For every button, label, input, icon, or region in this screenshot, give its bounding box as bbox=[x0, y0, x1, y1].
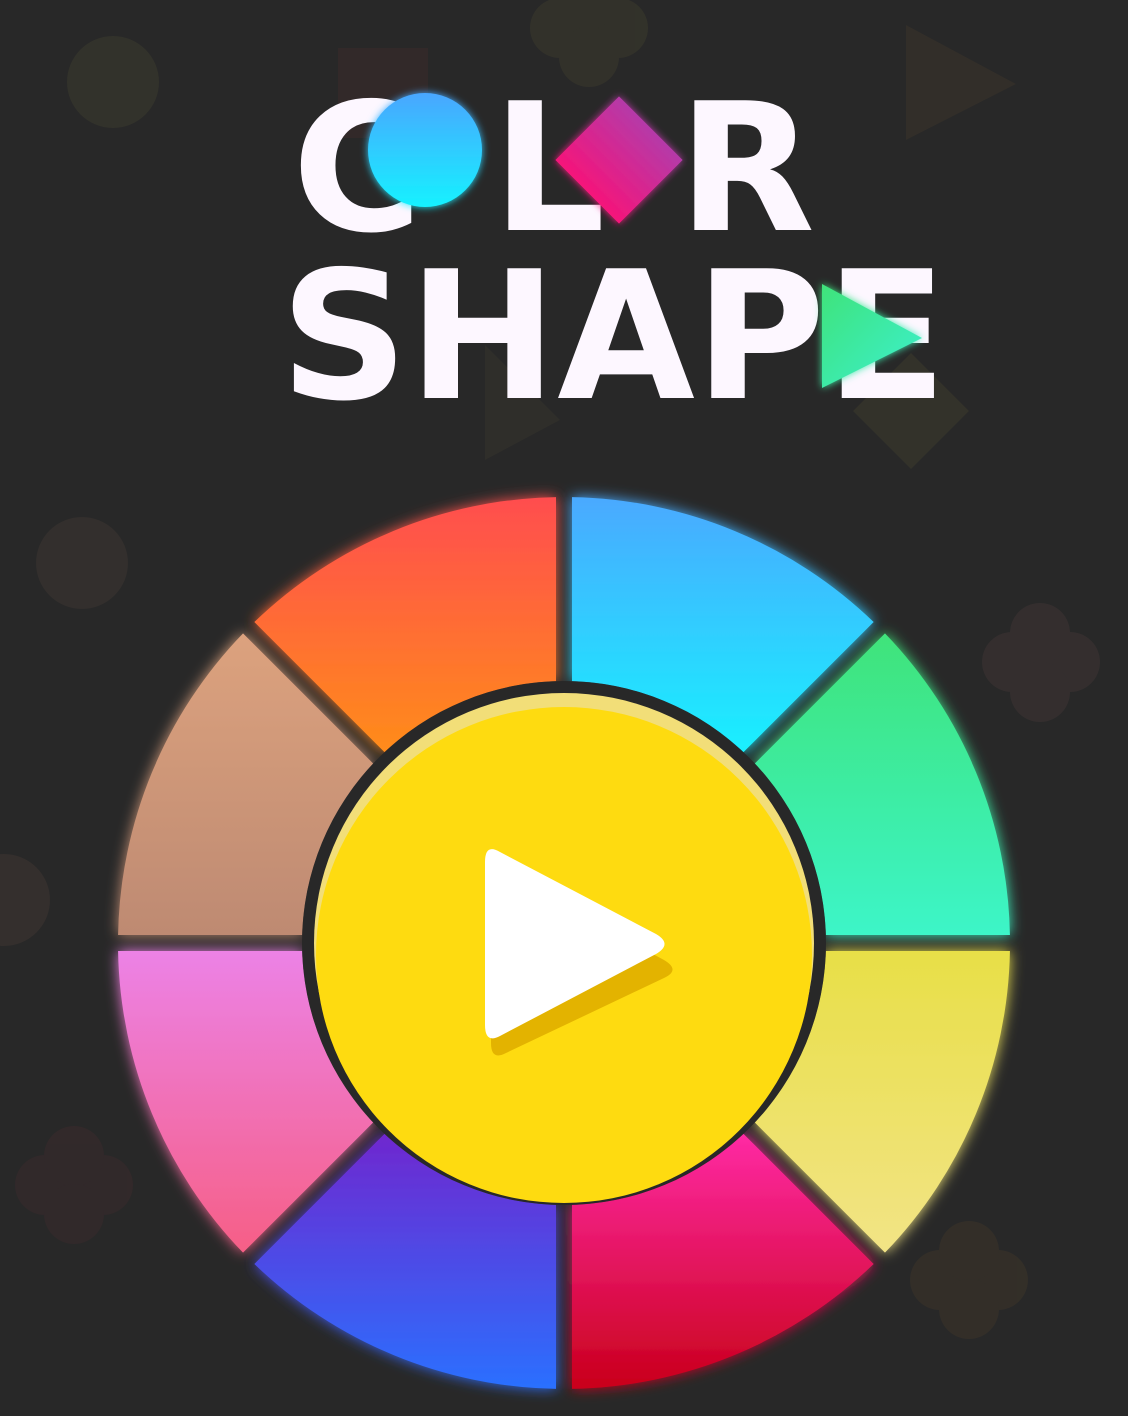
circle-logo-icon bbox=[368, 93, 482, 207]
bg-circle-icon bbox=[36, 517, 128, 609]
bg-triangle-icon bbox=[906, 25, 1016, 140]
bg-clover-icon bbox=[910, 1221, 1028, 1339]
bg-circle-icon bbox=[0, 854, 50, 946]
bg-clover-icon bbox=[982, 603, 1100, 722]
game-screen: C L R SHAPE bbox=[0, 0, 1100, 1389]
bg-clover-icon bbox=[15, 1126, 133, 1244]
play-button[interactable] bbox=[302, 681, 826, 1205]
bg-circle-icon bbox=[67, 36, 159, 128]
game-title-logo: C L R SHAPE bbox=[280, 65, 947, 440]
